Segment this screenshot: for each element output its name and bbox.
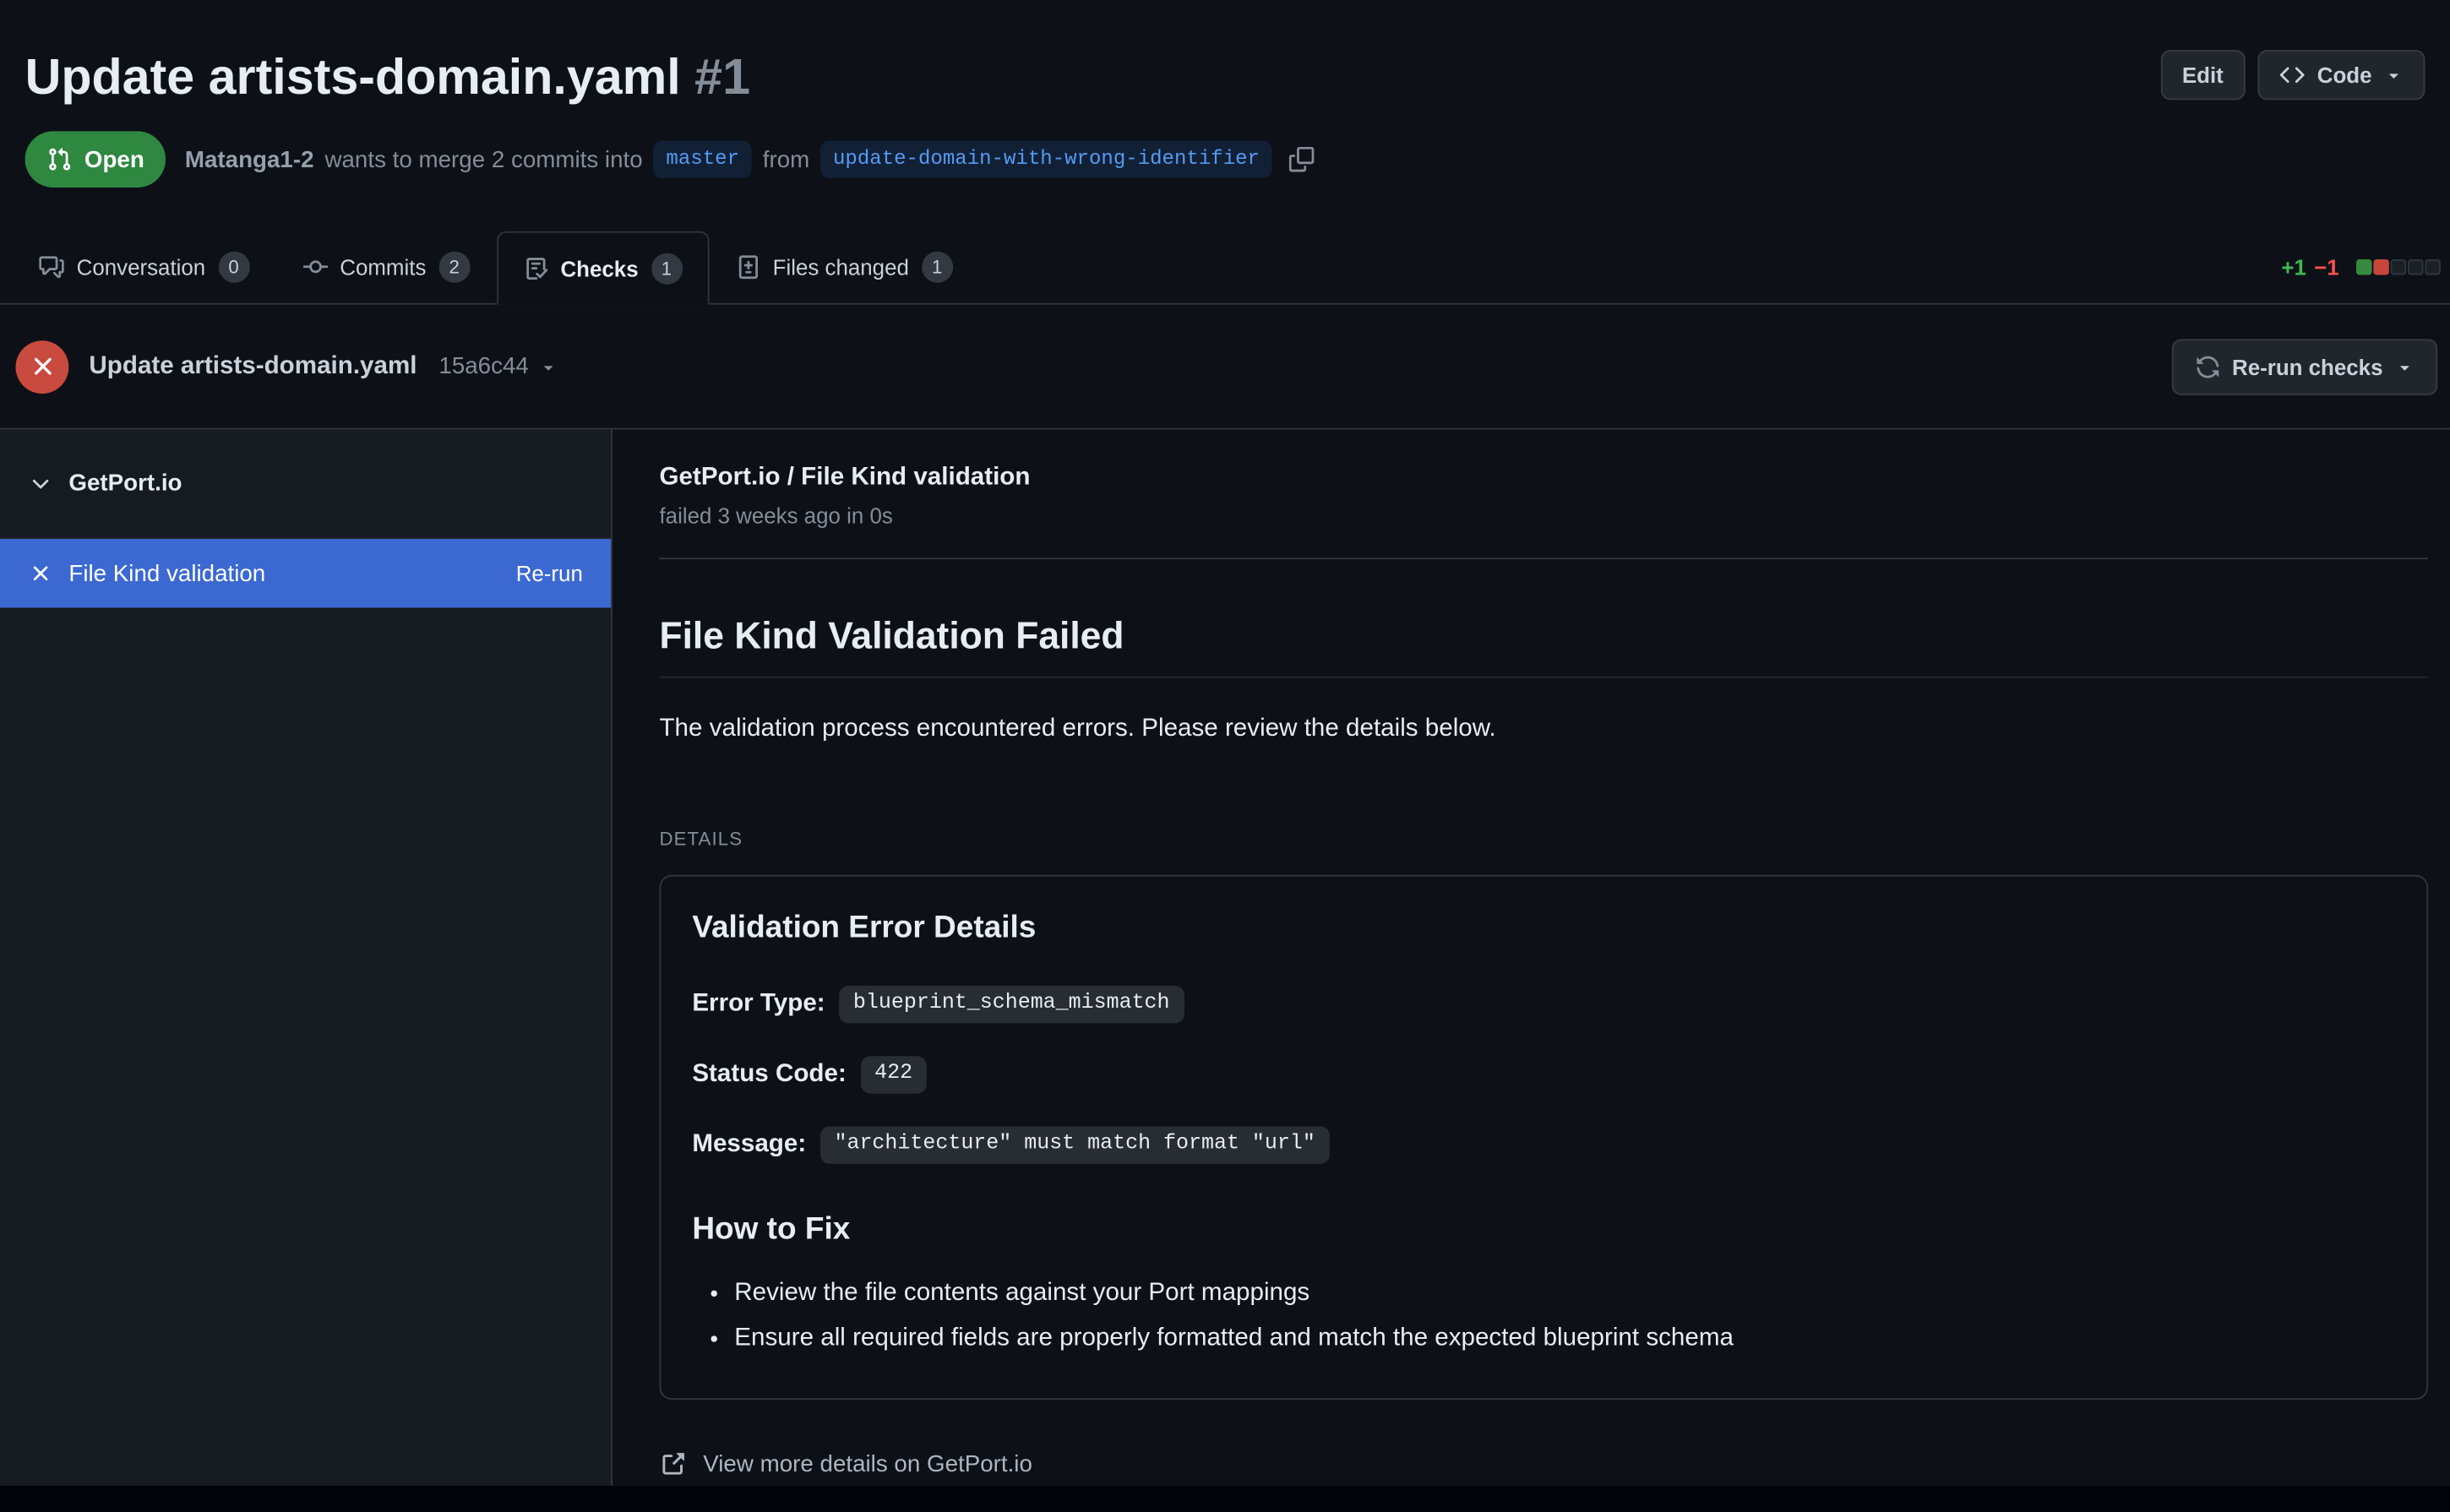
validation-details-box: Validation Error Details Error Type: blu… [659, 875, 2428, 1400]
check-run-header: Update artists-domain.yaml 15a6c44 Re-ru… [0, 305, 2450, 430]
sync-icon [2195, 354, 2220, 379]
sidebar-item-rerun-link[interactable]: Re-run [516, 561, 583, 586]
pr-actions: Edit Code [2160, 50, 2425, 100]
x-circle-fail-icon [15, 340, 68, 393]
pr-title-text: Update artists-domain.yaml [25, 48, 681, 105]
pr-tabnav: Conversation 0 Commits 2 Checks 1 Files … [0, 231, 2450, 305]
commit-sha-dropdown[interactable]: 15a6c44 [438, 353, 558, 379]
tab-label: Commits [340, 254, 426, 280]
git-commit-icon [302, 254, 328, 280]
chevron-down-icon [540, 357, 558, 376]
tab-checks[interactable]: Checks 1 [497, 231, 709, 305]
pr-state-badge: Open [25, 131, 166, 188]
sidebar-item-label: File Kind validation [68, 560, 265, 586]
check-body: GetPort.io File Kind validation Re-run G… [0, 430, 2450, 1486]
commit-sha: 15a6c44 [438, 353, 528, 379]
diffstat-block-deleted [2373, 259, 2388, 275]
run-divider [659, 557, 2428, 559]
run-title: GetPort.io / File Kind validation [659, 464, 2428, 492]
details-box-title: Validation Error Details [692, 911, 2395, 947]
base-branch-label[interactable]: master [654, 140, 752, 177]
how-to-fix-heading: How to Fix [692, 1212, 2395, 1248]
sidebar-group-label: GetPort.io [68, 470, 182, 497]
error-type-row: Error Type: blueprint_schema_mismatch [692, 986, 2395, 1023]
tab-counter: 1 [651, 253, 682, 284]
report-description: The validation process encountered error… [659, 715, 2428, 743]
tab-files-changed[interactable]: Files changed 1 [709, 231, 979, 303]
tab-counter: 2 [438, 252, 470, 283]
sidebar-group-getport[interactable]: GetPort.io [0, 430, 611, 539]
tab-conversation[interactable]: Conversation 0 [13, 231, 276, 303]
file-diff-icon [735, 254, 760, 280]
commit-title: Update artists-domain.yaml [89, 352, 416, 380]
pr-number: #1 [694, 48, 750, 105]
git-pull-request-icon [46, 147, 72, 172]
diffstat-deletions: −1 [2314, 254, 2339, 280]
tab-commits[interactable]: Commits 2 [275, 231, 496, 303]
diffstat-additions: +1 [2281, 254, 2306, 280]
pr-checks-page: Update artists-domain.yaml #1 Edit Code … [0, 0, 2450, 1512]
head-branch-label[interactable]: update-domain-with-wrong-identifier [820, 140, 1272, 177]
status-code-row: Status Code: 422 [692, 1056, 2395, 1093]
diffstat-block-neutral [2408, 259, 2423, 275]
chevron-down-icon [2395, 357, 2414, 376]
diffstat: +1 −1 [2281, 254, 2441, 280]
pr-header: Update artists-domain.yaml #1 Edit Code … [0, 0, 2450, 188]
tab-label: Files changed [773, 254, 909, 280]
check-run-panel: GetPort.io / File Kind validation failed… [612, 430, 2450, 1486]
sidebar-item-file-kind-validation[interactable]: File Kind validation Re-run [0, 539, 611, 607]
error-type-label: Error Type: [692, 991, 825, 1019]
fix-list-item: Ensure all required fields are properly … [734, 1315, 2395, 1361]
message-value: "architecture" must match format "url" [820, 1126, 1330, 1163]
fix-list-item: Review the file contents against your Po… [734, 1270, 2395, 1316]
byline-text: wants to merge 2 commits into [324, 146, 642, 172]
view-more-details-label: View more details on GetPort.io [703, 1451, 1032, 1477]
chevron-down-icon [28, 471, 53, 497]
link-external-icon [659, 1451, 685, 1477]
diffstat-block-added [2356, 259, 2371, 275]
code-icon [2279, 63, 2305, 88]
rerun-checks-label: Re-run checks [2232, 354, 2382, 379]
pr-author-link[interactable]: Matanga1-2 [185, 146, 314, 172]
diffstat-blocks [2355, 259, 2441, 275]
copy-branch-button[interactable] [1289, 147, 1315, 172]
page-bottom-strip [0, 1486, 2450, 1512]
error-type-value: blueprint_schema_mismatch [839, 986, 1184, 1023]
x-icon [28, 561, 53, 586]
tab-counter: 1 [922, 252, 953, 283]
code-button[interactable]: Code [2258, 50, 2426, 100]
byline-from: from [763, 146, 809, 172]
chevron-down-icon [2384, 66, 2403, 84]
edit-button[interactable]: Edit [2160, 50, 2246, 100]
tab-label: Conversation [77, 254, 206, 280]
edit-button-label: Edit [2182, 63, 2224, 88]
checklist-icon [523, 255, 548, 280]
diffstat-block-neutral [2425, 259, 2440, 275]
code-button-label: Code [2317, 63, 2372, 88]
view-more-details-link[interactable]: View more details on GetPort.io [659, 1451, 2428, 1477]
message-label: Message: [692, 1131, 806, 1159]
fix-list: Review the file contents against your Po… [692, 1270, 2395, 1361]
pr-meta: Open Matanga1-2 wants to merge 2 commits… [25, 131, 2426, 188]
rerun-checks-button[interactable]: Re-run checks [2171, 338, 2437, 394]
status-code-value: 422 [860, 1056, 926, 1093]
pr-byline: Matanga1-2 wants to merge 2 commits into… [185, 140, 1315, 177]
diffstat-block-neutral [2391, 259, 2406, 275]
pr-state-label: Open [84, 146, 144, 172]
page-title: Update artists-domain.yaml #1 [25, 46, 2426, 106]
copy-icon [1289, 147, 1315, 172]
status-code-label: Status Code: [692, 1061, 846, 1089]
comment-discussion-icon [39, 254, 64, 280]
details-section-label: DETAILS [659, 828, 2428, 850]
message-row: Message: "architecture" must match forma… [692, 1126, 2395, 1163]
tab-counter: 0 [218, 252, 249, 283]
run-subtitle: failed 3 weeks ago in 0s [659, 503, 2428, 529]
report-heading: File Kind Validation Failed [659, 616, 2428, 678]
tab-label: Checks [560, 255, 638, 280]
checks-sidebar: GetPort.io File Kind validation Re-run [0, 430, 612, 1486]
